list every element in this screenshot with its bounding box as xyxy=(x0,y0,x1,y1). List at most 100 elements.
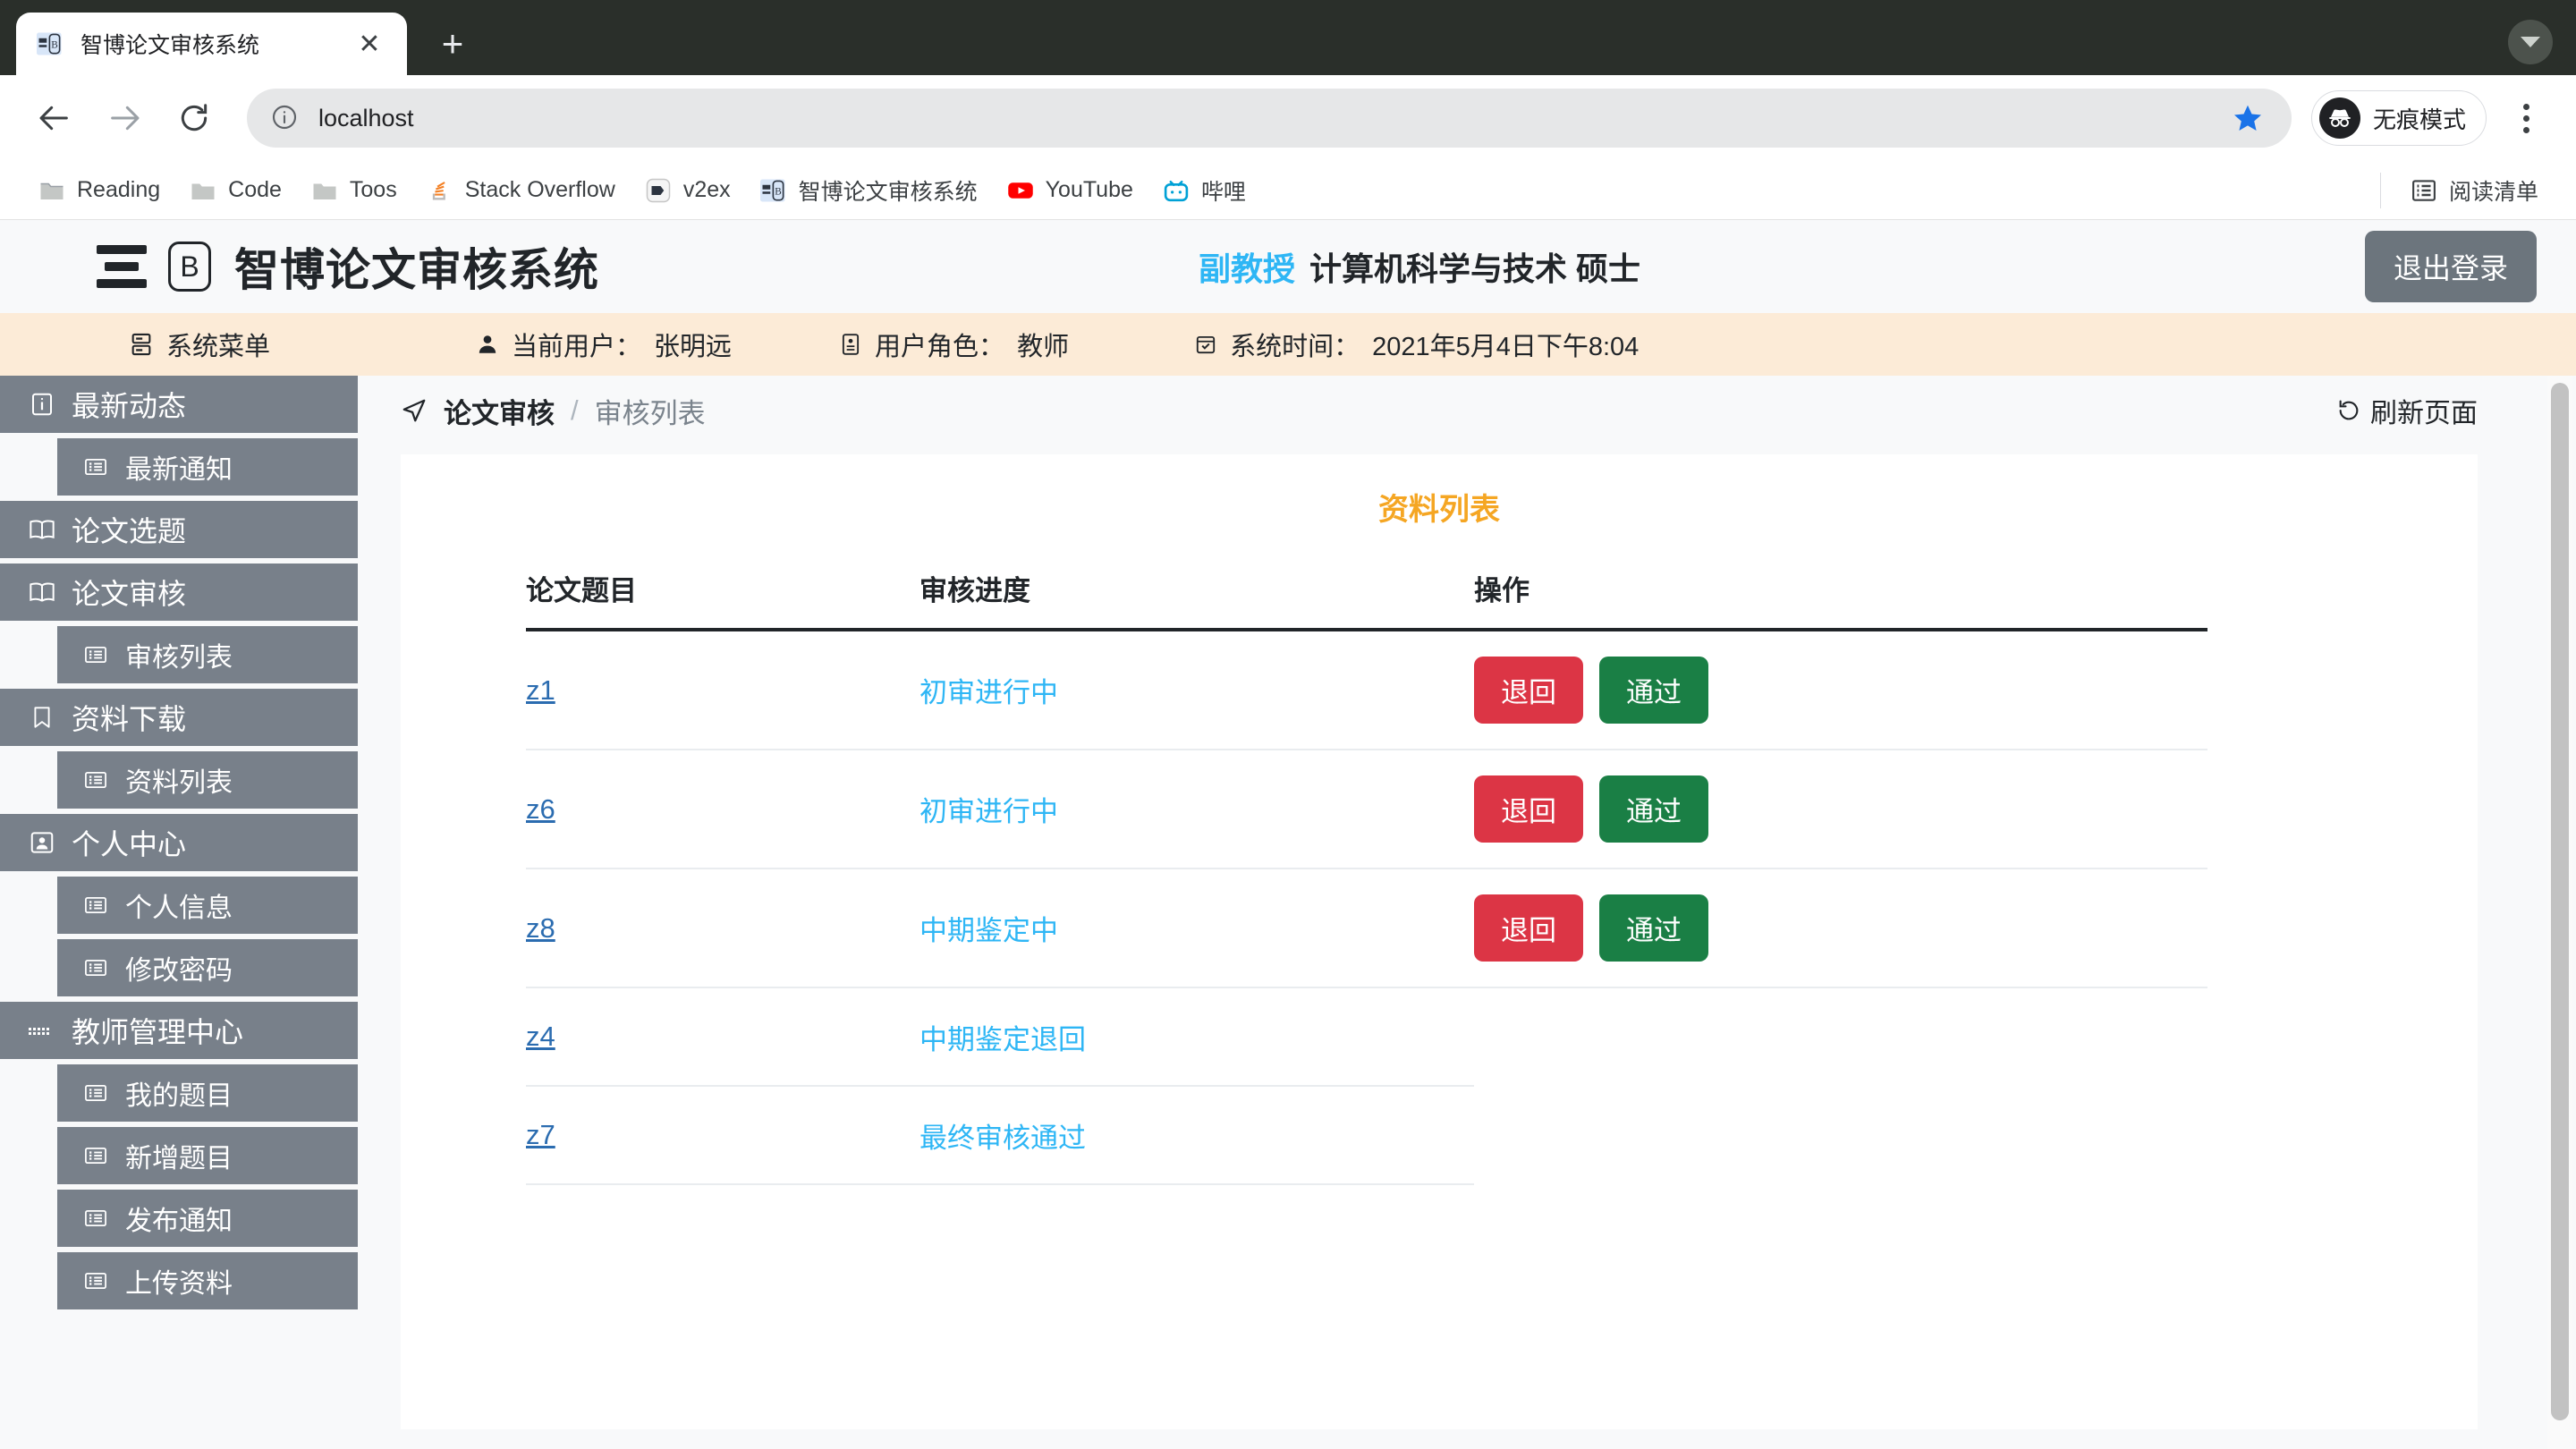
paper-title-link[interactable]: z8 xyxy=(526,912,555,944)
breadcrumb: 论文审核 / 审核列表 xyxy=(401,391,706,431)
column-header-actions: 操作 xyxy=(1474,568,2207,630)
sidebar-item-15[interactable]: 上传资料 xyxy=(57,1252,358,1309)
reload-icon[interactable] xyxy=(163,87,225,149)
sidebar-item-3[interactable]: 论文选题 xyxy=(0,501,358,558)
pass-button[interactable]: 通过 xyxy=(1599,775,1708,843)
sidebar-item-11[interactable]: 教师管理中心 xyxy=(0,1002,358,1059)
reject-button[interactable]: 退回 xyxy=(1474,775,1583,843)
system-time-info: 系统时间： 2021年5月4日下午8:04 xyxy=(1194,326,1639,363)
sidebar-item-label: 新增题目 xyxy=(125,1136,233,1175)
progress-status: 中期鉴定退回 xyxy=(919,1024,1086,1055)
sidebar-item-8[interactable]: 个人中心 xyxy=(0,814,358,871)
paper-title-link[interactable]: z1 xyxy=(526,674,555,706)
bookmark-bilibili[interactable]: 哔哩 xyxy=(1148,169,1260,212)
tab-title: 智博论文审核系统 xyxy=(80,28,335,60)
bookmark-stack-overflow[interactable]: Stack Overflow xyxy=(411,171,630,210)
bookmark-label: Toos xyxy=(350,177,397,203)
bookmark-youtube[interactable]: YouTube xyxy=(992,171,1148,210)
cell-paper-title: z6 xyxy=(526,750,919,869)
sidebar-item-4[interactable]: 论文审核 xyxy=(0,564,358,621)
bookmark-toos[interactable]: Toos xyxy=(296,171,411,210)
svg-text:B: B xyxy=(51,39,58,50)
bookmarks-bar: Reading Code Toos xyxy=(0,161,2576,220)
bookmark-code[interactable]: Code xyxy=(174,171,296,210)
close-icon[interactable]: ✕ xyxy=(352,26,387,62)
server-icon xyxy=(129,332,154,357)
cell-paper-title: z8 xyxy=(526,869,919,987)
chevron-down-icon[interactable] xyxy=(2508,20,2553,64)
sidebar-item-6[interactable]: 资料下载 xyxy=(0,689,358,746)
sidebar-item-2[interactable]: 最新通知 xyxy=(57,438,358,496)
forward-arrow-icon[interactable] xyxy=(93,87,156,149)
bookmark-label: YouTube xyxy=(1046,177,1133,203)
breadcrumb-bar: 论文审核 / 审核列表 刷新页面 xyxy=(365,376,2576,445)
svg-text:B: B xyxy=(775,186,782,197)
paper-title-link[interactable]: z7 xyxy=(526,1119,555,1150)
hamburger-menu-icon[interactable] xyxy=(97,245,147,288)
kebab-menu-icon[interactable] xyxy=(2499,91,2553,145)
incognito-indicator[interactable]: 无痕模式 xyxy=(2311,90,2487,146)
system-menu-item[interactable]: 系统菜单 xyxy=(129,326,270,363)
sidebar-item-5[interactable]: 审核列表 xyxy=(57,626,358,683)
reject-button[interactable]: 退回 xyxy=(1474,894,1583,962)
table-body: z1初审进行中退回通过z6初审进行中退回通过z8中期鉴定中退回通过z4中期鉴定退… xyxy=(526,630,2207,1184)
list-icon xyxy=(80,953,111,983)
bilibili-icon xyxy=(1162,176,1191,205)
page-scrollbar[interactable] xyxy=(2547,376,2572,1449)
sidebar-item-14[interactable]: 发布通知 xyxy=(57,1190,358,1247)
paper-title-link[interactable]: z4 xyxy=(526,1021,555,1052)
role-subtitle: 计算机科学与技术 硕士 xyxy=(1309,243,1640,290)
scrollbar-thumb[interactable] xyxy=(2551,383,2569,1420)
sidebar-item-10[interactable]: 修改密码 xyxy=(57,939,358,996)
sidebar-item-9[interactable]: 个人信息 xyxy=(57,877,358,934)
cell-progress: 最终审核通过 xyxy=(919,1086,1474,1184)
page-body: 最新动态最新通知论文选题论文审核审核列表资料下载资料列表个人中心个人信息修改密码… xyxy=(0,376,2576,1449)
list-card: 资料列表 论文题目 审核进度 操作 z1初审进行中退回通过z6初审进行中退回通过… xyxy=(401,454,2478,1429)
list-icon xyxy=(80,890,111,920)
sidebar-item-label: 资料列表 xyxy=(125,760,233,800)
reading-list-button[interactable]: 阅读清单 xyxy=(2395,169,2553,212)
sidebar-item-1[interactable]: 最新动态 xyxy=(0,376,358,433)
sidebar-item-label: 个人信息 xyxy=(125,886,233,925)
person-badge-icon xyxy=(27,827,57,858)
sidebar-item-label: 最新通知 xyxy=(125,447,233,487)
sidebar-item-12[interactable]: 我的题目 xyxy=(57,1064,358,1122)
system-time-label: 系统时间： xyxy=(1230,326,1360,363)
role-title: 副教授 xyxy=(1199,243,1295,290)
sidebar-item-label: 审核列表 xyxy=(125,635,233,674)
bookmark-label: Reading xyxy=(77,177,160,203)
refresh-page-button[interactable]: 刷新页面 xyxy=(2336,391,2478,430)
sidebar-item-label: 修改密码 xyxy=(125,948,233,987)
pass-button[interactable]: 通过 xyxy=(1599,894,1708,962)
youtube-icon xyxy=(1006,176,1035,205)
bookmark-label: 哔哩 xyxy=(1201,174,1246,207)
back-arrow-icon[interactable] xyxy=(23,87,86,149)
user-role-label: 用户角色： xyxy=(875,326,1004,363)
sidebar-item-label: 论文选题 xyxy=(72,509,186,550)
info-square-icon xyxy=(27,389,57,419)
bookmark-v2ex[interactable]: v2ex xyxy=(630,171,745,210)
address-bar[interactable]: localhost xyxy=(247,89,2292,148)
table-row: z8中期鉴定中退回通过 xyxy=(526,869,2207,987)
browser-toolbar: localhost 无痕模式 xyxy=(0,75,2576,161)
reject-button[interactable]: 退回 xyxy=(1474,657,1583,724)
paper-title-link[interactable]: z6 xyxy=(526,793,555,825)
bookmark-star-icon[interactable] xyxy=(2227,97,2268,139)
book-open-icon xyxy=(27,577,57,607)
bookmark-reading[interactable]: Reading xyxy=(23,171,174,210)
logout-button[interactable]: 退出登录 xyxy=(2365,231,2537,302)
new-tab-button[interactable]: + xyxy=(425,16,480,72)
info-circle-icon xyxy=(270,103,301,133)
reading-list-icon xyxy=(2410,176,2438,205)
v2ex-icon xyxy=(644,176,673,205)
breadcrumb-parent[interactable]: 论文审核 xyxy=(444,391,555,431)
app-header: B 智博论文审核系统 副教授 计算机科学与技术 硕士 退出登录 xyxy=(0,220,2576,313)
pass-button[interactable]: 通过 xyxy=(1599,657,1708,724)
bookmark-zhibo-system[interactable]: B 智博论文审核系统 xyxy=(745,169,992,212)
sidebar-item-7[interactable]: 资料列表 xyxy=(57,751,358,809)
sidebar: 最新动态最新通知论文选题论文审核审核列表资料下载资料列表个人中心个人信息修改密码… xyxy=(0,376,365,1449)
folder-icon xyxy=(310,176,339,205)
browser-tab[interactable]: B 智博论文审核系统 ✕ xyxy=(16,13,407,75)
divider xyxy=(2380,173,2381,208)
sidebar-item-13[interactable]: 新增题目 xyxy=(57,1127,358,1184)
